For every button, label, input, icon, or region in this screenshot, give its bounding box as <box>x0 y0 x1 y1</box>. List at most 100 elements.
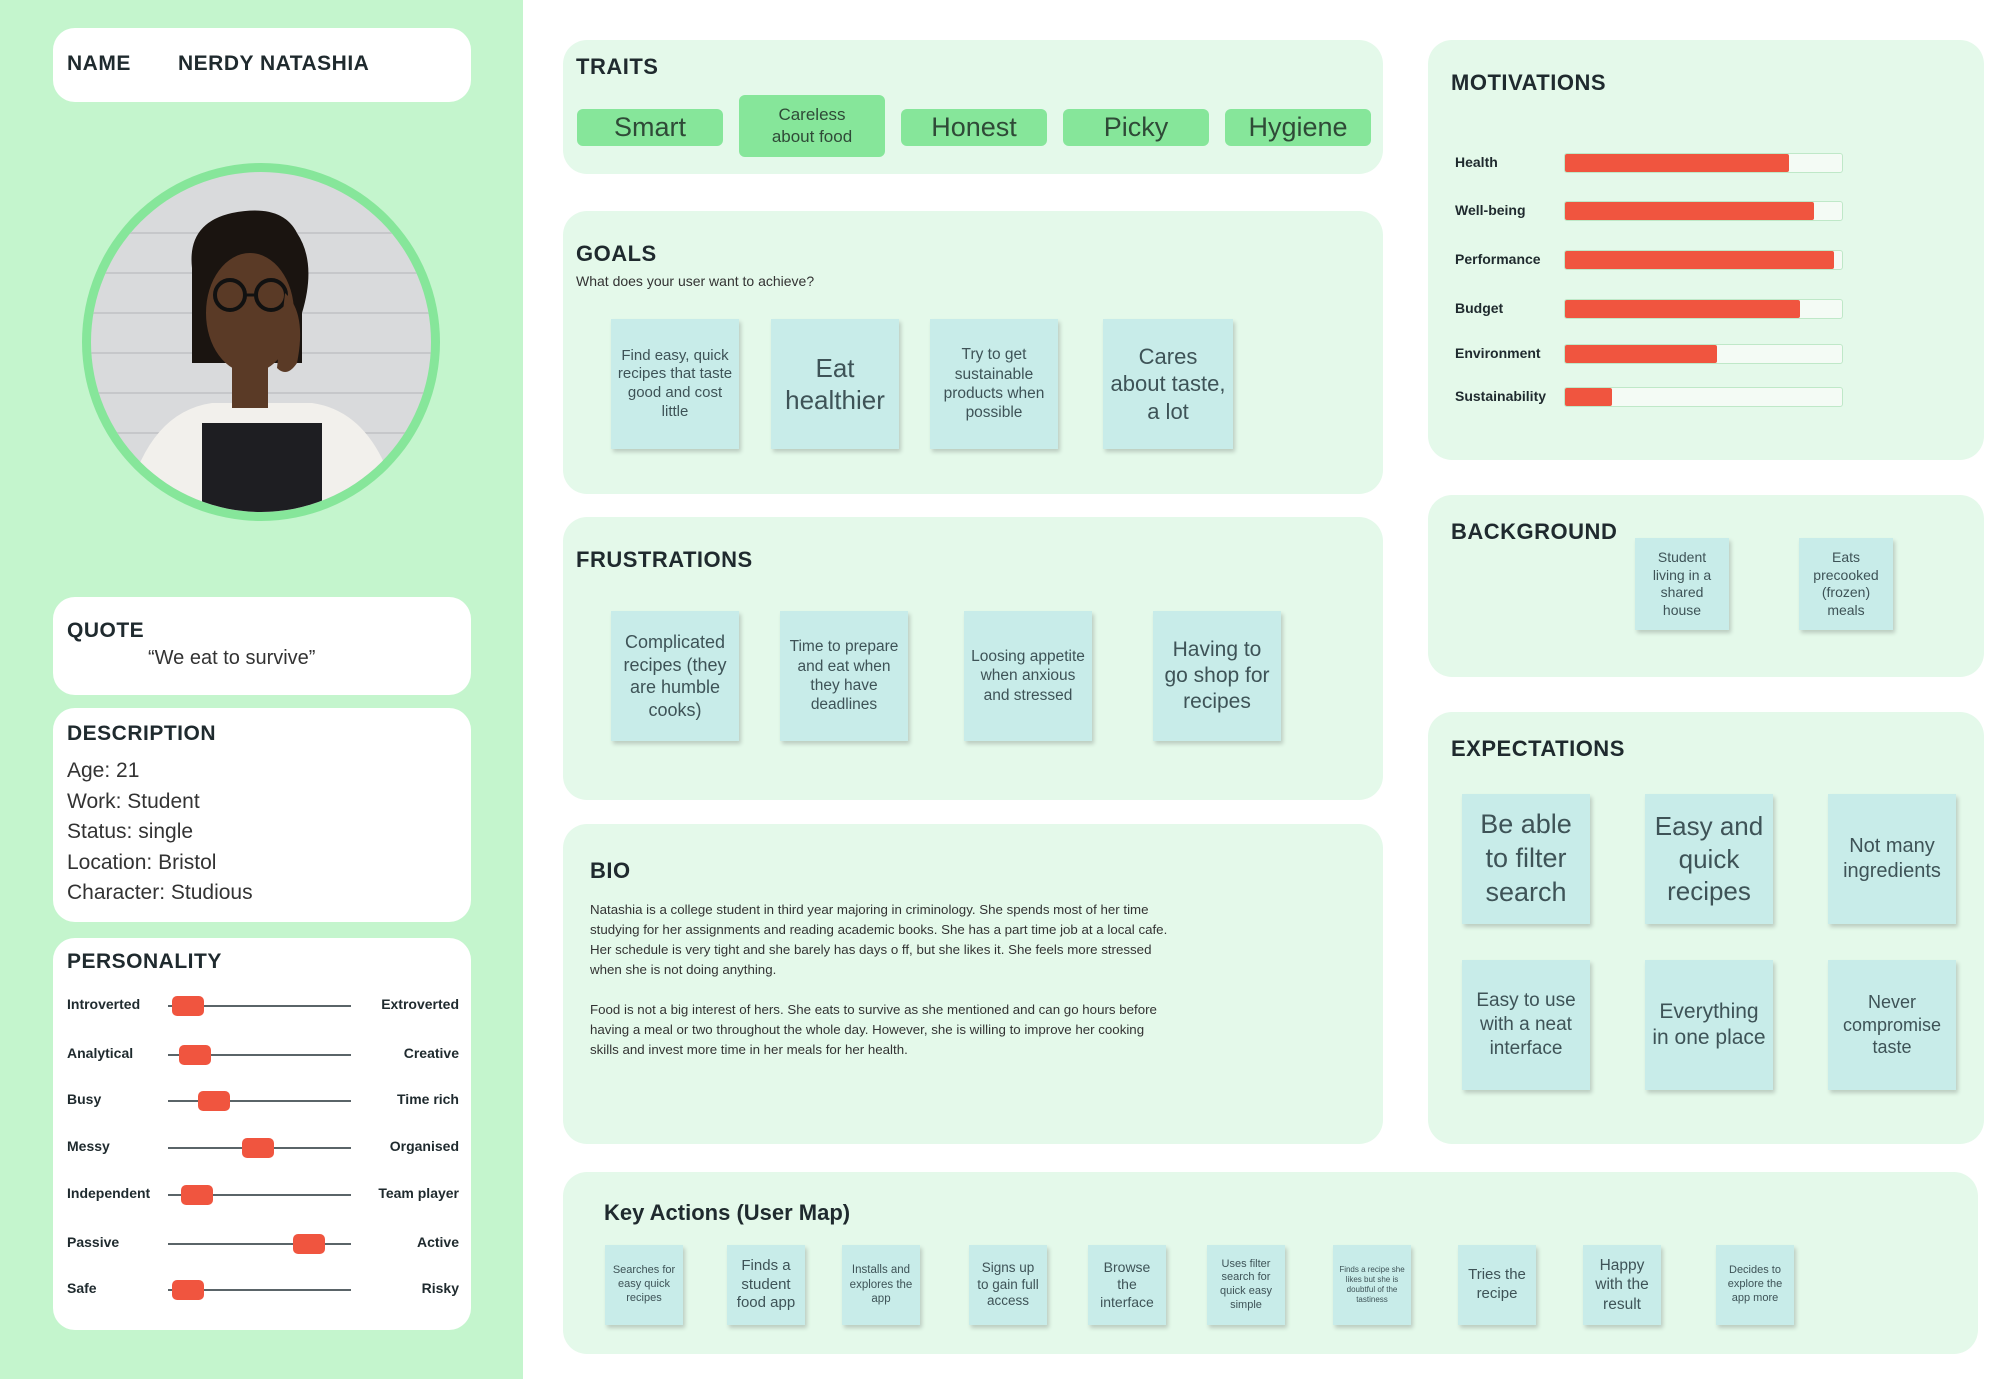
expectations-panel: EXPECTATIONS Be able to filter search Ea… <box>1428 712 1984 1144</box>
description-lines: Age: 21 Work: Student Status: single Loc… <box>67 756 253 909</box>
personality-right-label: Extroverted <box>381 996 459 1012</box>
motivation-bar-fill <box>1565 251 1834 269</box>
expectation-note: Be able to filter search <box>1462 794 1590 924</box>
personality-slider-handle[interactable] <box>179 1045 212 1065</box>
expectations-title: EXPECTATIONS <box>1451 736 1625 761</box>
personality-row: Analytical Creative <box>53 1043 471 1067</box>
personality-card: PERSONALITY Introverted Extroverted Analyt… <box>53 938 471 1330</box>
motivation-label: Budget <box>1455 300 1504 316</box>
frustrations-title: FRUSTRATIONS <box>576 547 753 572</box>
motivation-bar-fill <box>1565 345 1718 363</box>
motivation-bar-fill <box>1565 388 1613 406</box>
motivation-bar-track <box>1564 387 1843 407</box>
goal-note: Eat healthier <box>771 319 899 449</box>
personality-left-label: Safe <box>67 1280 97 1296</box>
personality-slider-handle[interactable] <box>181 1185 214 1205</box>
motivation-bar-track <box>1564 344 1843 364</box>
key-actions-title: Key Actions (User Map) <box>604 1200 851 1225</box>
motivation-bar-track <box>1564 153 1843 173</box>
name-label: NAME <box>67 52 131 75</box>
goals-subtitle: What does your user want to achieve? <box>576 273 815 289</box>
background-note: Student living in a shared house <box>1635 538 1729 630</box>
personality-slider-track <box>168 1100 351 1102</box>
background-note: Eats precooked (frozen) meals <box>1799 538 1893 630</box>
frustrations-panel: FRUSTRATIONS Complicated recipes (they a… <box>563 517 1383 800</box>
frustration-note: Time to prepare and eat when they have d… <box>780 611 908 741</box>
personality-left-label: Passive <box>67 1234 120 1250</box>
description-work: Work: Student <box>67 789 200 813</box>
personality-left-label: Busy <box>67 1091 102 1107</box>
background-title: BACKGROUND <box>1451 519 1618 544</box>
action-note: Happy with the result <box>1583 1245 1661 1325</box>
expectation-note: Everything in one place <box>1645 960 1773 1090</box>
quote-text: “We eat to survive” <box>148 647 316 669</box>
bio-text: Natashia is a college student in third y… <box>590 900 1175 1080</box>
trait-careless-about-food-label: Careless about food <box>771 104 853 146</box>
description-location: Location: Bristol <box>67 850 217 874</box>
goal-note: Find easy, quick recipes that taste good… <box>611 319 739 449</box>
frustration-note: Having to go shop for recipes <box>1153 611 1281 741</box>
motivations-panel: MOTIVATIONS Health Well-being Performance B… <box>1428 40 1984 460</box>
expectation-note: Easy to use with a neat interface <box>1462 960 1590 1090</box>
profile-photo <box>91 172 431 512</box>
personality-left-label: Independent <box>67 1185 151 1201</box>
personality-right-label: Time rich <box>397 1091 459 1107</box>
description-status: Status: single <box>67 820 194 843</box>
action-note: Decides to explore the app more <box>1716 1245 1794 1325</box>
action-note: Uses filter search for quick easy simple <box>1207 1245 1285 1325</box>
motivation-bar-fill <box>1565 202 1815 220</box>
action-note: Signs up to gain full access <box>969 1245 1047 1325</box>
motivations-title: MOTIVATIONS <box>1451 70 1607 95</box>
motivation-label: Sustainability <box>1455 388 1547 404</box>
personality-slider-handle[interactable] <box>292 1234 325 1254</box>
motivation-label: Performance <box>1455 251 1541 267</box>
goal-note: Cares about taste, a lot <box>1103 319 1233 449</box>
action-note: Finds a student food app <box>727 1245 805 1325</box>
description-card: DESCRIPTION Age: 21 Work: Student Status… <box>53 708 471 922</box>
personality-slider-handle[interactable] <box>197 1091 230 1111</box>
goals-panel: GOALS What does your user want to achiev… <box>563 211 1383 494</box>
bio-paragraph: Food is not a big interest of hers. She … <box>590 1002 1157 1057</box>
personality-right-label: Organised <box>389 1138 459 1154</box>
bio-title: BIO <box>590 858 631 883</box>
bio-paragraph: Natashia is a college student in third y… <box>590 902 1168 977</box>
frustration-note: Complicated recipes (they are humble coo… <box>611 611 739 741</box>
personality-left-label: Analytical <box>67 1045 134 1061</box>
traits-panel: TRAITS Smart Careless about food Honest … <box>563 40 1383 174</box>
expectation-note: Easy and quick recipes <box>1645 794 1773 924</box>
motivation-bar-fill <box>1565 154 1790 172</box>
personality-row: Introverted Extroverted <box>53 994 471 1018</box>
motivation-label: Environment <box>1455 345 1541 361</box>
personality-slider-handle[interactable] <box>172 1280 205 1300</box>
expectation-note: Not many ingredients <box>1828 794 1956 924</box>
personality-left-label: Introverted <box>67 996 141 1012</box>
bio-panel: BIO Natashia is a college student in thi… <box>563 824 1383 1144</box>
goals-title: GOALS <box>576 241 657 266</box>
personality-row: Busy Time rich <box>53 1089 471 1113</box>
personality-right-label: Risky <box>421 1280 459 1296</box>
motivation-bar-track <box>1564 250 1843 270</box>
motivation-label: Health <box>1455 154 1498 170</box>
key-actions-panel: Key Actions (User Map) Searches for easy… <box>563 1172 1978 1354</box>
personality-right-label: Team player <box>378 1185 459 1201</box>
motivation-bar-fill <box>1565 300 1801 318</box>
frustration-note: Loosing appetite when anxious and stress… <box>964 611 1092 741</box>
action-note: Installs and explores the app <box>842 1245 920 1325</box>
description-age: Age: 21 <box>67 759 140 782</box>
motivation-bar-track <box>1564 299 1843 319</box>
description-title: DESCRIPTION <box>67 722 217 745</box>
description-character: Character: Studious <box>67 881 253 904</box>
persona-name: NERDY NATASHIA <box>178 52 370 75</box>
trait-smart: Smart <box>577 109 723 146</box>
action-note: Searches for easy quick recipes <box>605 1245 683 1325</box>
quote-card: QUOTE “We eat to survive” <box>53 597 471 695</box>
personality-title: PERSONALITY <box>67 950 222 973</box>
name-card: NAME NERDY NATASHIA <box>53 28 471 102</box>
traits-title: TRAITS <box>576 54 659 79</box>
personality-slider-handle[interactable] <box>241 1138 274 1158</box>
motivation-bar-track <box>1564 201 1843 221</box>
expectation-note: Never compromise taste <box>1828 960 1956 1090</box>
personality-slider-handle[interactable] <box>172 996 205 1016</box>
personality-right-label: Creative <box>403 1045 459 1061</box>
avatar <box>82 163 440 521</box>
